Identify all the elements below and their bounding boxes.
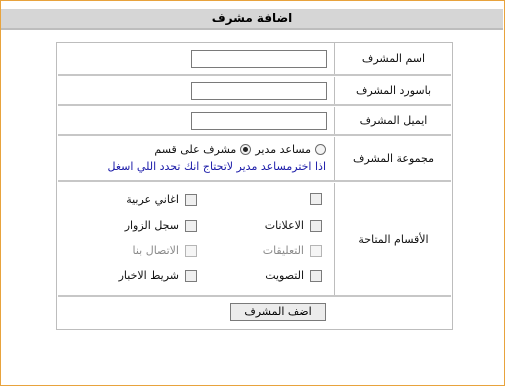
radio-section-supervisor-label: مشرف على قسم xyxy=(154,143,237,156)
title-divider xyxy=(1,28,503,30)
section-item: التعليقات xyxy=(263,244,322,257)
section-checkbox[interactable] xyxy=(310,219,322,232)
section-checkbox[interactable] xyxy=(310,269,322,282)
row-separator xyxy=(58,104,451,106)
radio-assistant-manager[interactable] xyxy=(315,144,326,155)
section-item: التصويت xyxy=(265,269,322,282)
email-input[interactable] xyxy=(191,112,327,130)
row-name: اسم المشرف xyxy=(57,43,452,74)
section-item: اغاني عربية xyxy=(126,193,197,206)
row-separator xyxy=(58,74,451,76)
name-label: اسم المشرف xyxy=(334,43,452,74)
row-email: ايميل المشرف xyxy=(57,107,452,134)
row-group: مجموعة المشرف مساعد مدير مشرف على قسم اذ… xyxy=(57,137,452,180)
add-supervisor-button[interactable]: اضف المشرف xyxy=(230,303,326,321)
group-label: مجموعة المشرف xyxy=(334,137,452,180)
password-label: باسورد المشرف xyxy=(334,77,452,104)
name-input[interactable] xyxy=(191,50,327,68)
section-item: شريط الاخبار xyxy=(119,269,197,282)
email-label: ايميل المشرف xyxy=(334,107,452,134)
section-checkbox[interactable] xyxy=(185,193,197,206)
section-item xyxy=(304,193,322,205)
section-item: الاعلانات xyxy=(265,219,322,232)
section-checkbox xyxy=(185,244,197,257)
page-title: اضافة مشرف xyxy=(1,9,503,28)
row-separator xyxy=(58,134,451,136)
section-checkbox[interactable] xyxy=(310,193,322,205)
radio-assistant-manager-label: مساعد مدير xyxy=(255,143,311,156)
row-password: باسورد المشرف xyxy=(57,77,452,104)
section-checkbox[interactable] xyxy=(185,269,197,282)
password-input[interactable] xyxy=(191,82,327,100)
section-item: الاتصال بنا xyxy=(132,244,197,257)
radio-section-supervisor[interactable] xyxy=(240,144,252,155)
section-item: سجل الزوار xyxy=(125,219,197,232)
sections-label: الأقسام المتاحة xyxy=(334,183,452,295)
row-sections: الأقسام المتاحة اغاني عربية الاعلانات سج… xyxy=(57,183,452,295)
row-separator xyxy=(58,180,451,182)
row-separator xyxy=(58,295,451,297)
section-checkbox[interactable] xyxy=(185,219,197,232)
section-checkbox xyxy=(310,244,322,257)
add-supervisor-form: اسم المشرف باسورد المشرف ايميل المشرف مج… xyxy=(56,42,453,330)
group-hint: اذا اخترمساعد مدير لاتحتاج انك تحدد اللي… xyxy=(107,160,326,173)
